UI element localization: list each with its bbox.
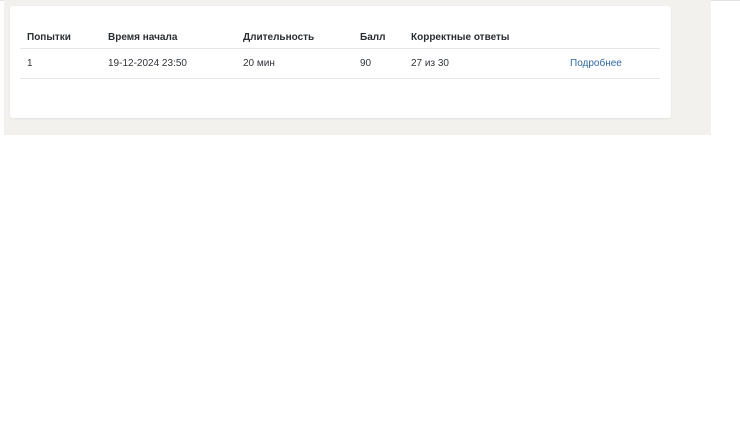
- header-correct-answers: Корректные ответы: [404, 26, 563, 49]
- header-attempts: Попытки: [20, 26, 101, 49]
- cell-actions: Подробнее: [563, 48, 660, 79]
- attempts-table: Попытки Время начала Длительность Балл К…: [20, 26, 660, 79]
- cell-correct-answers: 27 из 30: [404, 48, 563, 79]
- header-actions: [563, 26, 660, 49]
- attempts-card: Попытки Время начала Длительность Балл К…: [10, 6, 671, 118]
- cell-attempt: 1: [20, 48, 101, 79]
- table-row: 1 19-12-2024 23:50 20 мин 90 27 из 30 По…: [20, 48, 660, 79]
- details-link[interactable]: Подробнее: [570, 58, 622, 69]
- header-score: Балл: [353, 26, 404, 49]
- header-start-time: Время начала: [101, 26, 236, 49]
- cell-duration: 20 мин: [236, 48, 353, 79]
- header-duration: Длительность: [236, 26, 353, 49]
- cell-score: 90: [353, 48, 404, 79]
- table-header-row: Попытки Время начала Длительность Балл К…: [20, 26, 660, 49]
- cell-start-time: 19-12-2024 23:50: [101, 48, 236, 79]
